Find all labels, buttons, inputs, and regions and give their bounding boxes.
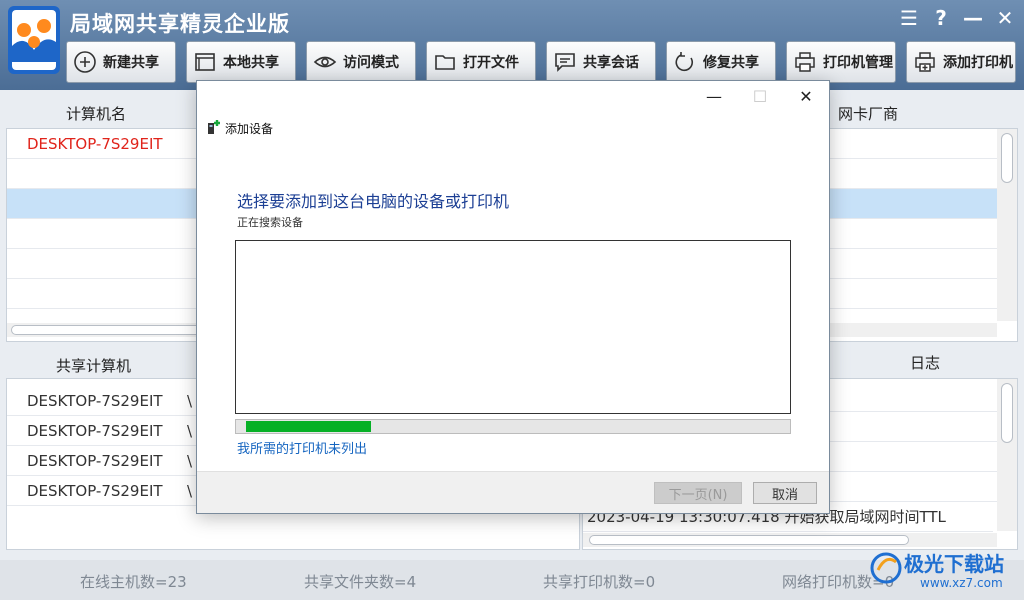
- log-header: 日志: [910, 354, 941, 372]
- shared-folder-count: 共享文件夹数=4: [304, 573, 417, 591]
- toolbar-label: 添加打印机: [943, 55, 1013, 71]
- toolbar-label: 新建共享: [103, 55, 159, 71]
- toolbar-label: 修复共享: [703, 55, 759, 71]
- dialog-title: 添加设备: [225, 122, 274, 136]
- shared-printer-count: 共享打印机数=0: [543, 573, 656, 591]
- share-path: \: [187, 452, 193, 470]
- toolbar-label: 打开文件: [463, 55, 519, 71]
- watermark-logo-icon: [870, 552, 902, 584]
- share-path: \: [187, 422, 193, 440]
- toolbar-label: 共享会话: [583, 55, 639, 71]
- device-list[interactable]: [235, 240, 791, 414]
- chat-icon: [555, 53, 575, 72]
- dialog-minimize-icon[interactable]: —: [691, 81, 737, 111]
- open-file-button[interactable]: 打开文件: [426, 41, 536, 83]
- dialog-close-icon[interactable]: ✕: [783, 81, 829, 111]
- share-session-button[interactable]: 共享会话: [546, 41, 656, 83]
- help-icon[interactable]: ?: [930, 6, 952, 30]
- app-logo-icon: [8, 6, 60, 74]
- toolbar-label: 访问模式: [343, 55, 399, 71]
- printer-add-icon: [915, 52, 935, 72]
- dialog-status-text: 正在搜索设备: [237, 216, 303, 229]
- scrollbar-thumb[interactable]: [1001, 133, 1013, 183]
- plus-circle-icon: [74, 51, 96, 73]
- add-device-icon: [208, 120, 220, 134]
- column-header-share-computer[interactable]: 共享计算机: [56, 355, 131, 376]
- dialog-maximize-icon: ☐: [752, 86, 768, 106]
- vertical-scrollbar[interactable]: [997, 379, 1017, 531]
- watermark-name: 极光下载站: [904, 552, 1004, 576]
- share-computer-name: DESKTOP-7S29EIT: [27, 452, 163, 470]
- progress-fill: [246, 421, 371, 432]
- add-printer-button[interactable]: 添加打印机: [906, 41, 1016, 83]
- access-mode-button[interactable]: 访问模式: [306, 41, 416, 83]
- scrollbar-thumb[interactable]: [589, 535, 909, 545]
- repair-share-button[interactable]: 修复共享: [666, 41, 776, 83]
- window-icon: [195, 53, 215, 71]
- share-computer-name: DESKTOP-7S29EIT: [27, 422, 163, 440]
- add-device-dialog: — ☐ ✕ 添加设备 选择要添加到这台电脑的设备或打印机 正在搜索设备 我所需的…: [196, 80, 830, 514]
- column-header-computer-name[interactable]: 计算机名: [66, 103, 126, 124]
- toolbar-label: 打印机管理: [823, 55, 893, 71]
- new-share-button[interactable]: 新建共享: [66, 41, 176, 83]
- title-bar: 局域网共享精灵企业版 ☰ ? — ✕ 新建共享 本地共享 访问模式 打开文件 共…: [0, 0, 1024, 90]
- online-host-count: 在线主机数=23: [80, 573, 187, 591]
- close-icon[interactable]: ✕: [994, 6, 1016, 30]
- menu-icon[interactable]: ☰: [898, 6, 920, 30]
- watermark: 极光下载站 www.xz7.com: [868, 548, 1024, 598]
- share-path: \: [187, 392, 193, 410]
- watermark-url: www.xz7.com: [920, 576, 1003, 590]
- minimize-icon[interactable]: —: [962, 6, 984, 30]
- share-path: \: [187, 482, 193, 500]
- local-share-button[interactable]: 本地共享: [186, 41, 296, 83]
- folder-icon: [435, 55, 455, 70]
- search-progress-bar: [235, 419, 791, 434]
- horizontal-scrollbar[interactable]: [583, 533, 997, 547]
- column-header-nic-vendor[interactable]: 网卡厂商: [838, 103, 898, 124]
- share-computer-name: DESKTOP-7S29EIT: [27, 482, 163, 500]
- next-button[interactable]: 下一页(N): [654, 482, 742, 504]
- scrollbar-thumb[interactable]: [1001, 383, 1013, 443]
- printer-icon: [795, 52, 815, 72]
- vertical-scrollbar[interactable]: [997, 129, 1017, 321]
- toolbar-label: 本地共享: [223, 55, 279, 71]
- share-computer-name: DESKTOP-7S29EIT: [27, 392, 163, 410]
- app-title: 局域网共享精灵企业版: [70, 12, 290, 36]
- dialog-footer: 下一页(N) 取消: [197, 471, 829, 513]
- refresh-icon: [675, 52, 694, 72]
- toolbar: 新建共享 本地共享 访问模式 打开文件 共享会话 修复共享 打印机管理 添加打印…: [66, 41, 1016, 83]
- printer-manage-button[interactable]: 打印机管理: [786, 41, 896, 83]
- cancel-button[interactable]: 取消: [753, 482, 817, 504]
- printer-not-listed-link[interactable]: 我所需的打印机未列出: [237, 438, 367, 457]
- dialog-heading: 选择要添加到这台电脑的设备或打印机: [237, 192, 510, 211]
- eye-icon: [313, 56, 337, 68]
